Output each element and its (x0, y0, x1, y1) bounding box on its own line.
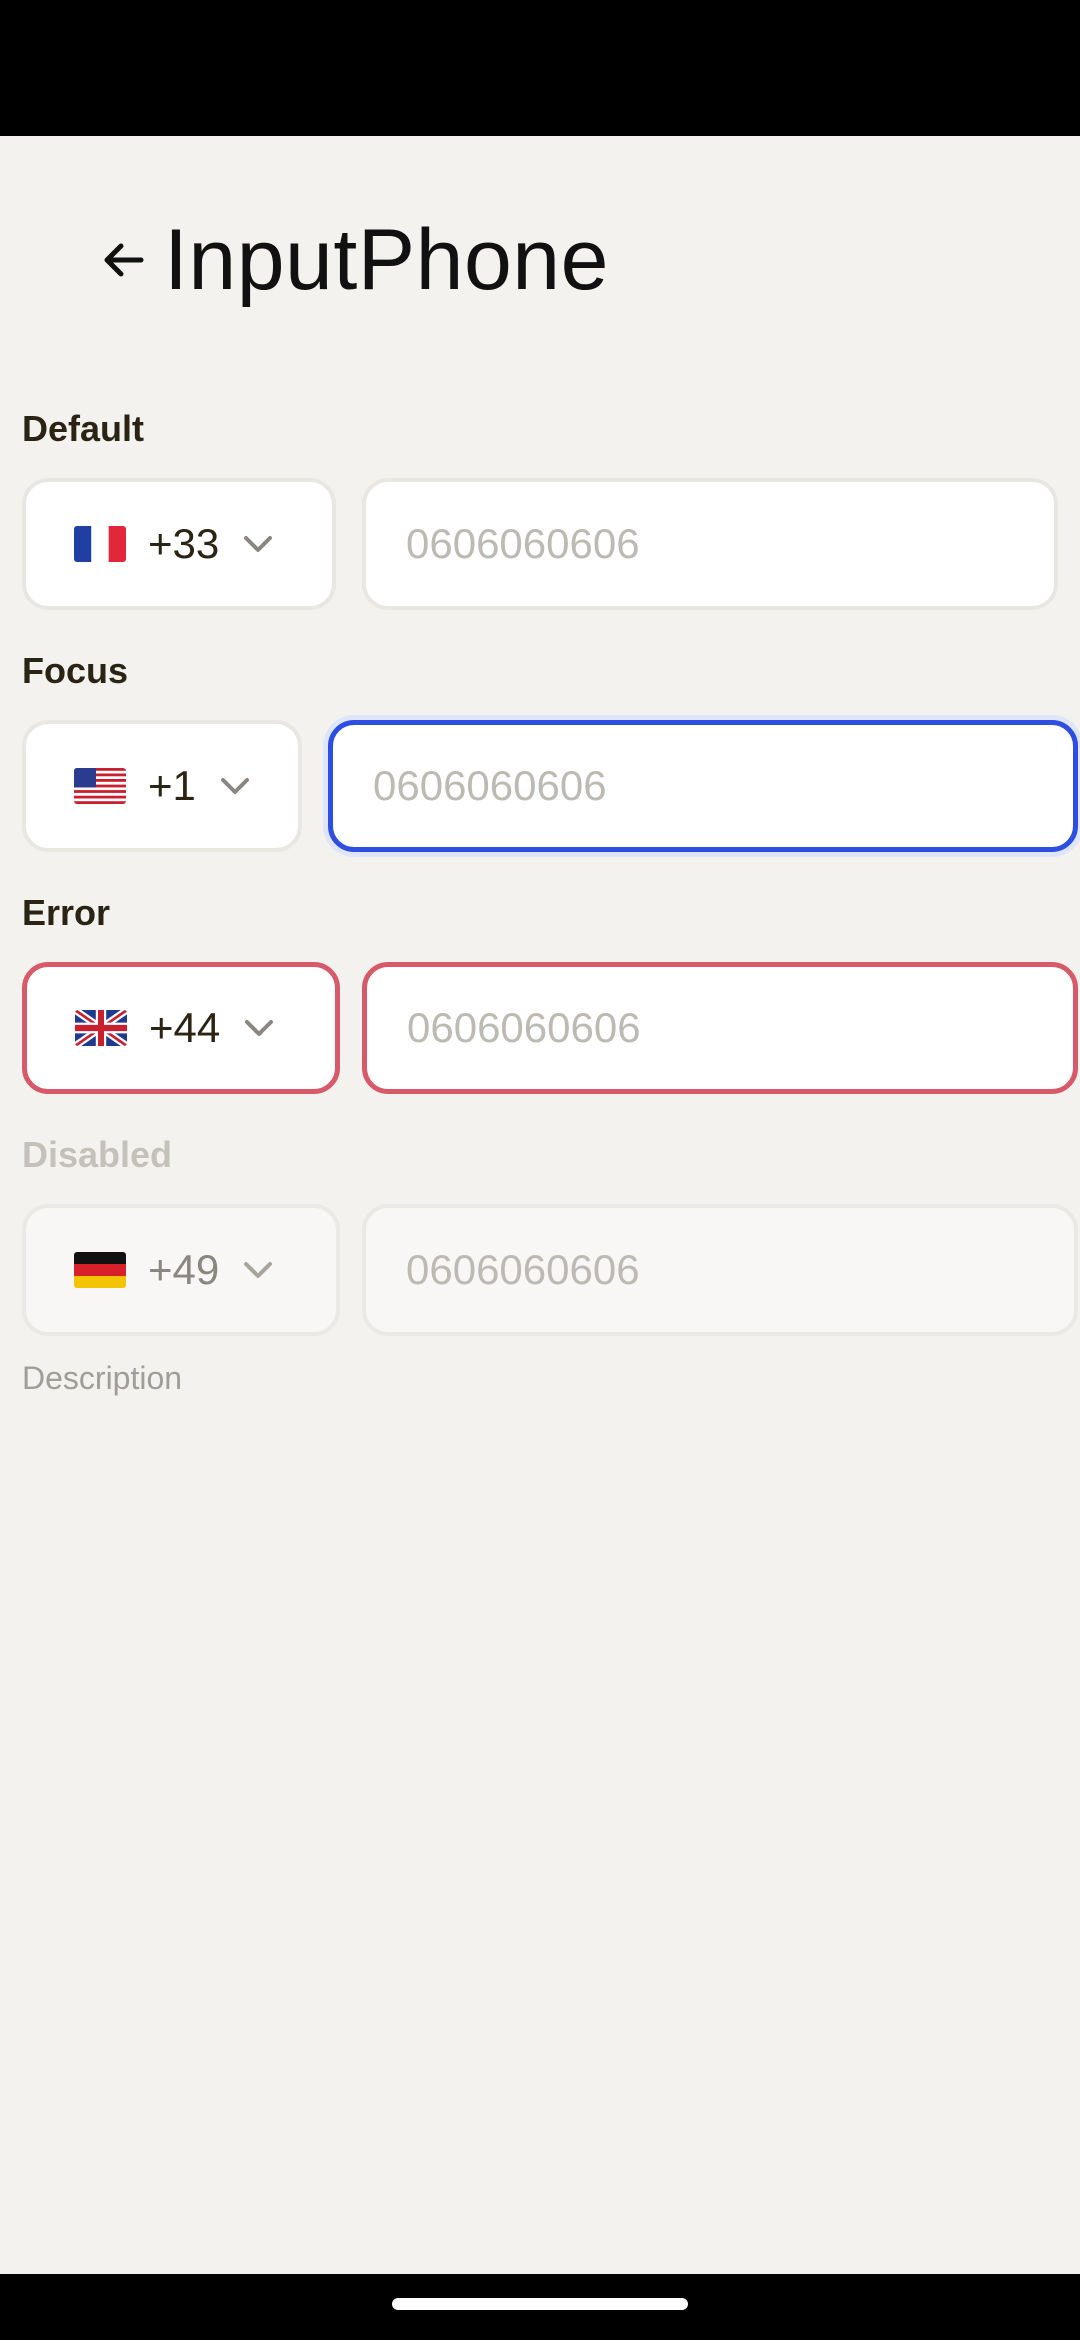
phone-number-input[interactable] (371, 761, 1073, 811)
home-indicator[interactable] (392, 2298, 688, 2310)
phone-number-input (404, 1245, 1074, 1295)
back-arrow-icon (104, 243, 144, 277)
status-bar (0, 0, 1080, 136)
country-code-selector[interactable]: +33 (22, 478, 336, 610)
back-button[interactable] (88, 225, 158, 295)
country-code: +1 (148, 762, 196, 809)
chevron-down-icon (244, 1262, 273, 1278)
label-default: Default (22, 408, 145, 449)
phone-number-field (362, 1204, 1078, 1336)
country-code-selector[interactable]: +44 (22, 962, 340, 1094)
label-error: Error (22, 892, 111, 933)
country-code: +33 (148, 520, 220, 567)
country-code-selector: +49 (22, 1204, 340, 1336)
label-disabled: Disabled (22, 1134, 173, 1175)
phone-number-field[interactable] (362, 478, 1058, 610)
navigation-bar (0, 2274, 1080, 2340)
germany-flag-icon (74, 1252, 126, 1288)
chevron-down-icon (220, 778, 249, 794)
page-title: InputPhone (164, 211, 609, 308)
phone-number-field[interactable] (328, 720, 1078, 852)
usa-flag-icon (74, 768, 126, 804)
country-code: +44 (149, 1004, 221, 1051)
uk-flag-icon (75, 1010, 127, 1046)
france-flag-icon (74, 526, 126, 562)
phone-number-input[interactable] (404, 519, 1054, 569)
country-code-selector[interactable]: +1 (22, 720, 302, 852)
phone-number-input[interactable] (405, 1003, 1073, 1053)
chevron-down-icon (245, 1020, 274, 1036)
country-code: +49 (148, 1246, 220, 1293)
chevron-down-icon (244, 536, 273, 552)
description-text: Description (22, 1360, 183, 1396)
label-focus: Focus (22, 650, 129, 691)
phone-number-field[interactable] (362, 962, 1078, 1094)
header: InputPhone (88, 200, 609, 320)
